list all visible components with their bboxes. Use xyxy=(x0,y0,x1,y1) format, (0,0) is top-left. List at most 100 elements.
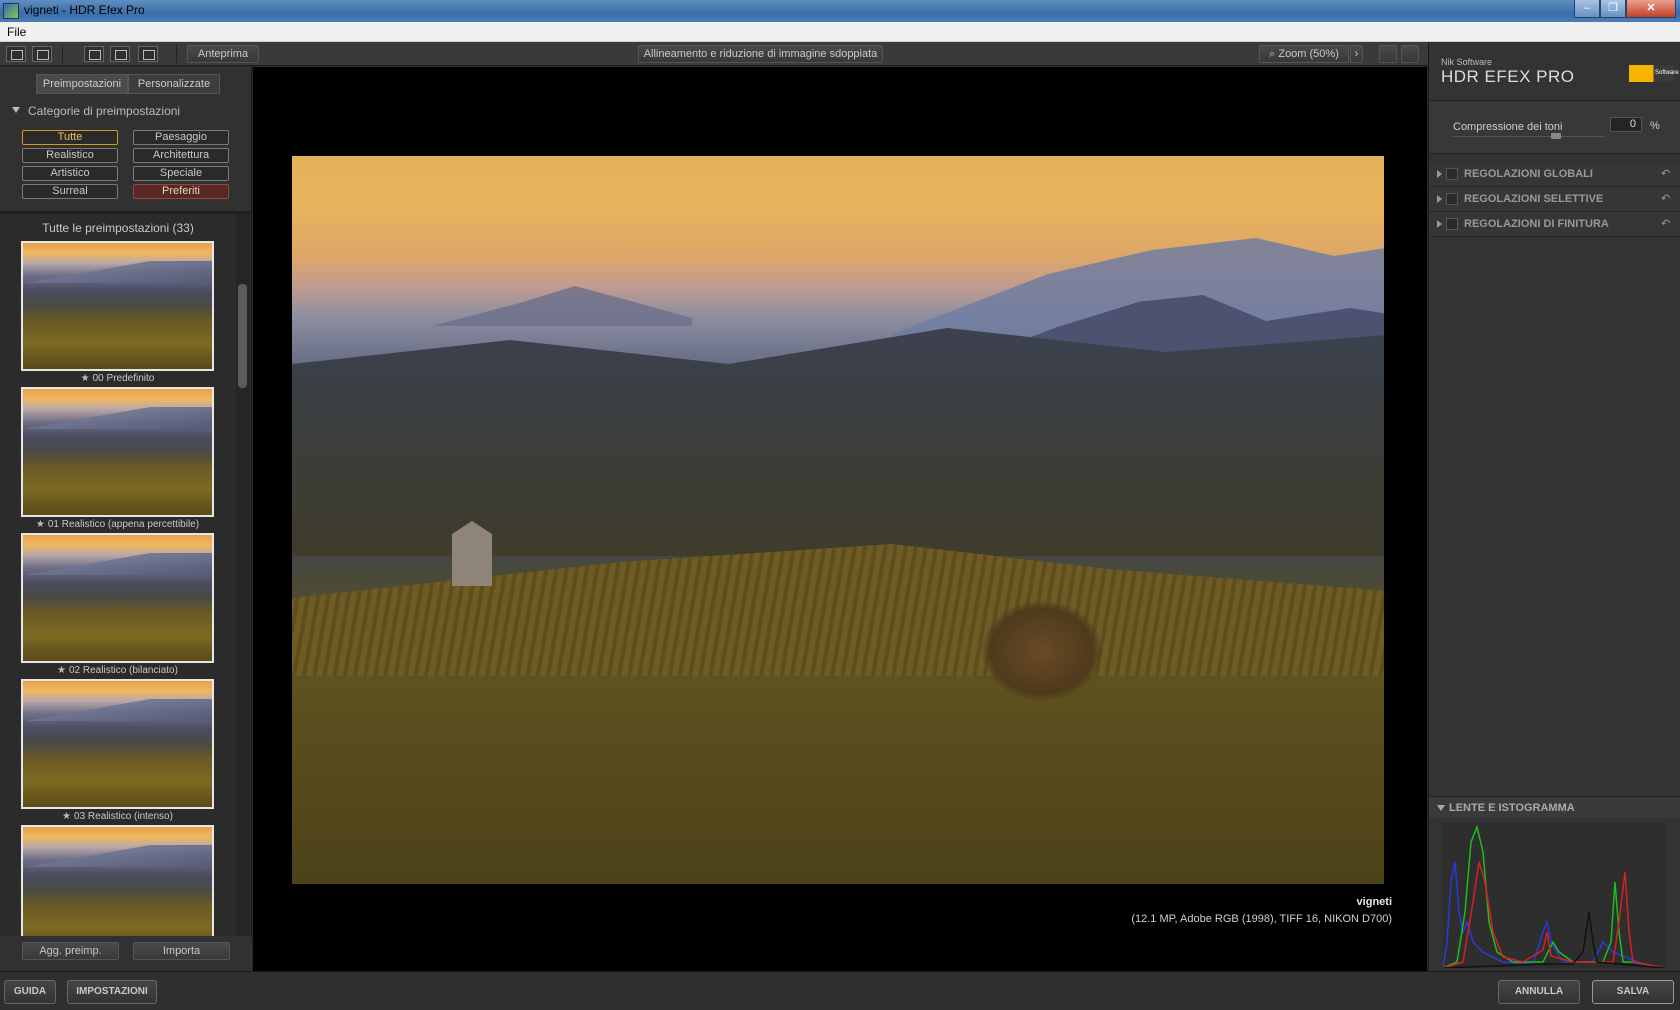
controls-panel: Nik Software HDR EFEX PRO Software Compr… xyxy=(1428,42,1680,971)
preset-thumbnail[interactable] xyxy=(21,533,214,663)
expand-arrow-icon[interactable] xyxy=(1437,195,1442,203)
preset-tabs: Preimpostazioni Personalizzate xyxy=(36,74,220,94)
maximize-button[interactable]: ❐ xyxy=(1600,0,1626,18)
menu-bar: File xyxy=(0,22,1680,42)
zoom-dropdown-button[interactable]: › xyxy=(1350,45,1363,63)
expand-arrow-icon[interactable] xyxy=(1437,220,1442,228)
categories-title: Categorie di preimpostazioni xyxy=(28,104,181,118)
tab-custom[interactable]: Personalizzate xyxy=(128,74,220,94)
section-selective-adjustments[interactable]: REGOLAZIONI SELETTIVE ↶ xyxy=(1429,187,1680,212)
preset-list: Tutte le preimpostazioni (33) ★ 00 Predef… xyxy=(0,214,236,936)
preset-item[interactable] xyxy=(21,825,214,936)
compression-slider-track[interactable] xyxy=(1453,136,1605,137)
collapse-triangle-icon xyxy=(12,107,20,113)
star-icon[interactable]: ★ xyxy=(36,519,45,530)
photo-name: vigneti xyxy=(1356,896,1392,908)
section-label: REGOLAZIONI SELETTIVE xyxy=(1464,193,1604,205)
section-checkbox[interactable] xyxy=(1446,193,1458,205)
category-special[interactable]: Speciale xyxy=(133,166,229,181)
preset-thumbnail[interactable] xyxy=(21,241,214,371)
split-view-icon[interactable] xyxy=(110,46,130,62)
zoom-button[interactable]: ⌕ Zoom (50%) xyxy=(1259,45,1349,63)
cancel-button[interactable]: ANNULLA xyxy=(1498,980,1580,1004)
compression-unit: % xyxy=(1650,120,1660,132)
category-surreal[interactable]: Surreal xyxy=(22,184,118,199)
app-icon xyxy=(3,3,19,19)
preset-thumbnail[interactable] xyxy=(21,825,214,936)
menu-file[interactable]: File xyxy=(7,25,26,39)
preset-label: ★ 00 Predefinito xyxy=(80,373,155,384)
toolbar-separator xyxy=(176,45,177,63)
settings-button[interactable]: IMPOSTAZIONI xyxy=(67,980,157,1004)
align-ghost-button[interactable]: Allineamento e riduzione di immagine sdo… xyxy=(638,45,883,63)
categories-header[interactable]: Categorie di preimpostazioni xyxy=(12,104,180,118)
category-realistic[interactable]: Realistico xyxy=(22,148,118,163)
window-title: vigneti - HDR Efex Pro xyxy=(24,3,145,17)
star-icon[interactable]: ★ xyxy=(57,665,66,676)
star-icon[interactable]: ★ xyxy=(81,373,90,384)
preset-thumbnail[interactable] xyxy=(21,387,214,517)
presets-panel: Preimpostazioni Personalizzate Categorie… xyxy=(0,67,252,971)
brand-title: HDR EFEX PRO xyxy=(1441,67,1575,86)
preset-label: ★ 01 Realistico (appena percettibile) xyxy=(35,519,200,530)
compression-slider-handle[interactable] xyxy=(1551,133,1561,139)
photo-info: (12.1 MP, Adobe RGB (1998), TIFF 16, NIK… xyxy=(1131,913,1392,925)
loupe-histogram-header[interactable]: LENTE E ISTOGRAMMA xyxy=(1429,796,1680,818)
tab-presets[interactable]: Preimpostazioni xyxy=(36,74,128,94)
category-all[interactable]: Tutte xyxy=(22,130,118,145)
histogram-title: LENTE E ISTOGRAMMA xyxy=(1449,802,1575,814)
tonal-compression-section: Compressione dei toni 0 % xyxy=(1429,100,1680,154)
add-preset-button[interactable]: Agg. preimp. xyxy=(22,942,119,960)
single-view-icon[interactable] xyxy=(6,46,26,62)
brand-small: Nik Software xyxy=(1441,57,1493,67)
undo-icon[interactable]: ↶ xyxy=(1661,167,1670,180)
star-icon[interactable]: ★ xyxy=(62,811,71,822)
hdr-photo[interactable] xyxy=(292,156,1384,884)
minimize-button[interactable]: – xyxy=(1574,0,1600,18)
save-button[interactable]: SALVA xyxy=(1592,980,1674,1004)
zoom-label: Zoom (50%) xyxy=(1278,48,1339,60)
browser-view-icon[interactable] xyxy=(32,46,52,62)
category-favorites[interactable]: Preferiti xyxy=(133,184,229,199)
preset-item[interactable]: ★ 03 Realistico (intenso) xyxy=(21,679,214,822)
preset-actions: Agg. preimp. Importa xyxy=(0,937,252,971)
help-button[interactable]: GUIDA xyxy=(4,980,56,1004)
compression-value-field[interactable]: 0 xyxy=(1610,117,1642,132)
preset-thumbnail[interactable] xyxy=(21,679,214,809)
single-image-icon[interactable] xyxy=(84,46,104,62)
scrollbar-thumb[interactable] xyxy=(238,284,247,388)
preset-item[interactable]: ★ 00 Predefinito xyxy=(21,241,214,384)
fullscreen-icon[interactable] xyxy=(1401,45,1419,63)
expand-arrow-icon[interactable] xyxy=(1437,170,1442,178)
bottom-bar: GUIDA IMPOSTAZIONI ANNULLA SALVA xyxy=(0,971,1680,1010)
category-architecture[interactable]: Architettura xyxy=(133,148,229,163)
histogram xyxy=(1442,822,1666,969)
preset-list-title: Tutte le preimpostazioni (33) xyxy=(42,221,194,235)
import-button[interactable]: Importa xyxy=(133,942,230,960)
magnifier-icon: ⌕ xyxy=(1269,48,1279,60)
preset-item[interactable]: ★ 01 Realistico (appena percettibile) xyxy=(21,387,214,530)
section-finishing-adjustments[interactable]: REGOLAZIONI DI FINITURA ↶ xyxy=(1429,212,1680,237)
loupe-icon[interactable] xyxy=(1379,45,1397,63)
category-buttons: Tutte Paesaggio Realistico Architettura … xyxy=(22,130,230,199)
compression-label: Compressione dei toni xyxy=(1453,121,1563,133)
preset-scrollbar[interactable] xyxy=(236,214,250,936)
preview-button[interactable]: Anteprima xyxy=(187,45,259,63)
undo-icon[interactable]: ↶ xyxy=(1661,217,1670,230)
title-bar: vigneti - HDR Efex Pro – ❐ ✕ xyxy=(0,0,1680,22)
side-by-side-icon[interactable] xyxy=(138,46,158,62)
preset-item[interactable]: ★ 02 Realistico (bilanciato) xyxy=(21,533,214,676)
preset-label: ★ 02 Realistico (bilanciato) xyxy=(57,665,178,676)
section-checkbox[interactable] xyxy=(1446,168,1458,180)
section-checkbox[interactable] xyxy=(1446,218,1458,230)
collapse-triangle-icon xyxy=(1437,805,1445,811)
section-label: REGOLAZIONI GLOBALI xyxy=(1464,168,1593,180)
close-button[interactable]: ✕ xyxy=(1626,0,1676,18)
section-global-adjustments[interactable]: REGOLAZIONI GLOBALI ↶ xyxy=(1429,162,1680,187)
undo-icon[interactable]: ↶ xyxy=(1661,192,1670,205)
category-landscape[interactable]: Paesaggio xyxy=(133,130,229,145)
category-artistic[interactable]: Artistico xyxy=(22,166,118,181)
preset-label: ★ 03 Realistico (intenso) xyxy=(62,811,173,822)
toolbar-separator xyxy=(62,45,63,63)
image-canvas: vigneti (12.1 MP, Adobe RGB (1998), TIFF… xyxy=(253,67,1427,971)
